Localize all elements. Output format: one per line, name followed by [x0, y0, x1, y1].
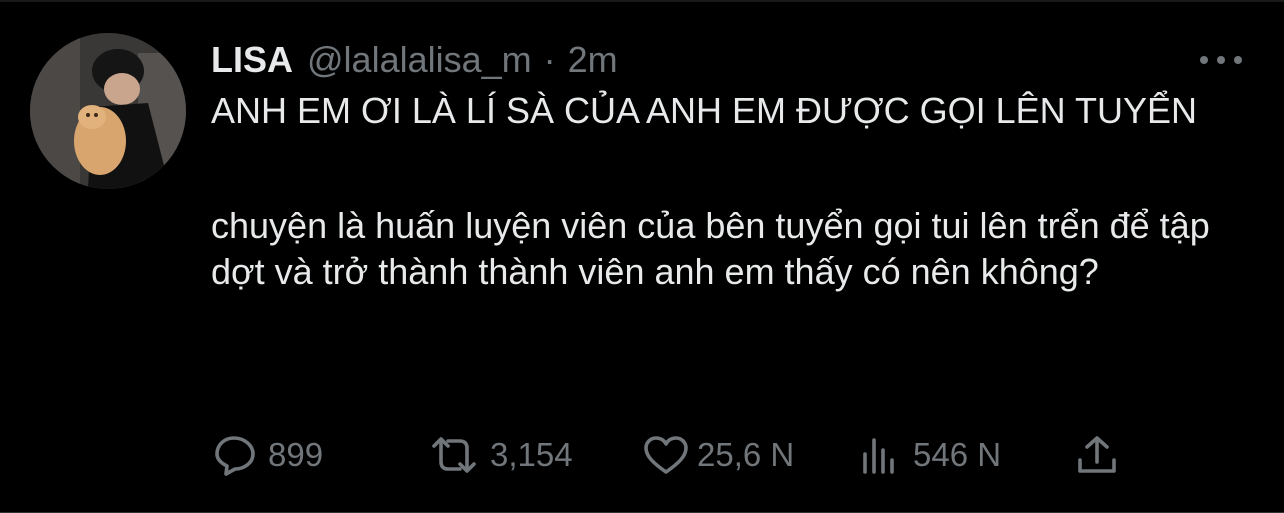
reply-button[interactable]: 899	[214, 432, 323, 478]
tweet-text-body: chuyện là huấn luyện viên của bên tuyển …	[211, 205, 1210, 292]
avatar[interactable]	[30, 33, 186, 189]
more-horizontal-icon[interactable]	[1200, 50, 1242, 70]
avatar-image	[30, 33, 186, 189]
more-dot	[1234, 56, 1242, 64]
tweet-actions: 899 3,154 25,6 N 546 N	[214, 432, 1214, 478]
retweet-count: 3,154	[490, 436, 573, 473]
top-divider	[0, 0, 1284, 2]
author-name[interactable]: LISA	[211, 39, 293, 81]
like-button[interactable]: 25,6 N	[643, 432, 794, 478]
bar-chart-icon	[863, 438, 894, 474]
retweet-button[interactable]: 3,154	[426, 432, 573, 478]
separator-dot: ·	[543, 39, 556, 80]
tweet-header: LISA @lalalalisa_m · 2m	[211, 38, 618, 82]
heart-icon	[644, 436, 688, 474]
tweet-text: ANH EM ƠI LÀ LÍ SÀ CỦA ANH EM ĐƯỢC GỌI L…	[211, 88, 1241, 295]
tweet-timestamp[interactable]: 2m	[568, 39, 618, 81]
reply-bubble-icon	[215, 436, 255, 476]
reply-count: 899	[268, 436, 324, 473]
like-count: 25,6 N	[697, 436, 795, 473]
views-button[interactable]: 546 N	[859, 432, 1001, 478]
retweet-arrows-icon	[432, 437, 476, 473]
more-dot	[1200, 56, 1208, 64]
tweet-text-headline: ANH EM ƠI LÀ LÍ SÀ CỦA ANH EM ĐƯỢC GỌI L…	[211, 90, 1198, 131]
share-button[interactable]	[1074, 432, 1120, 478]
views-count: 546 N	[913, 436, 1002, 473]
author-handle[interactable]: @lalalalisa_m	[307, 39, 532, 81]
share-upload-icon	[1078, 436, 1116, 473]
more-dot	[1217, 56, 1225, 64]
